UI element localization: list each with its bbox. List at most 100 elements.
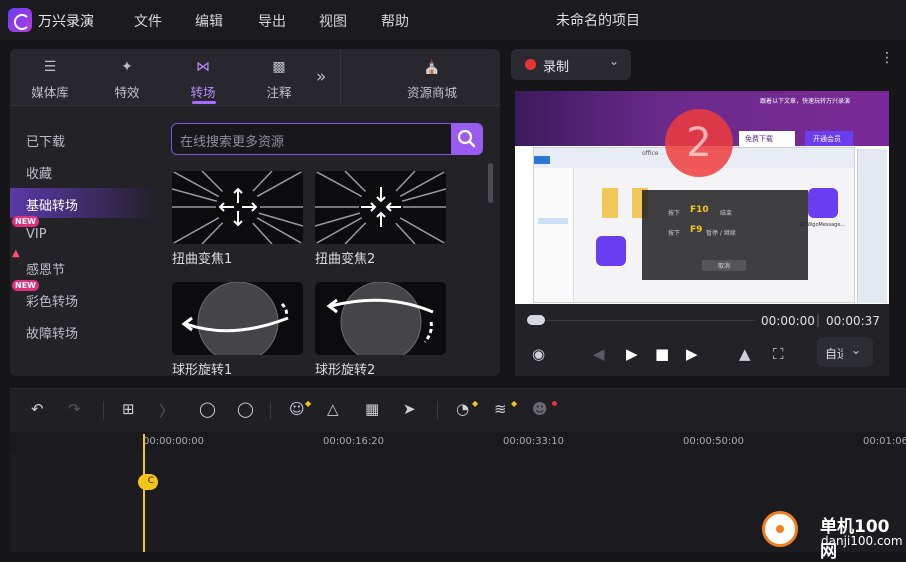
hotkey-overlay: 按下 F10 结束 按下 F9 暂停 / 继续 取消 [642,190,808,280]
hint2-prefix: 按下 [668,230,681,237]
tab-divider [340,49,341,106]
fit-dropdown[interactable]: 自适应 ⌄ [817,337,873,367]
transition-icon: ⋈ [196,59,210,75]
explorer-file-tab [534,156,550,164]
toolbar-divider [270,401,271,419]
mosaic-icon[interactable]: ▦ [365,400,379,418]
ruler-tick: 00:00:50:00 [683,436,745,447]
side-window [857,149,887,303]
fullscreen-icon[interactable]: ⛶ [773,345,784,363]
notification-dot [552,401,557,406]
menu-edit[interactable]: 编辑 [195,11,223,31]
record-dropdown[interactable]: 录制 ⌄ [511,49,631,80]
next-frame-icon[interactable]: ▶ [686,345,698,363]
sidebar-item-basic-transitions[interactable]: 基础转场 [10,188,155,218]
search-icon [457,129,476,148]
undo-icon[interactable]: ↶ [31,400,44,418]
playhead[interactable] [143,434,145,552]
mirror-icon[interactable]: △ [327,400,339,418]
explorer-tree-selected [538,218,568,224]
tab-store[interactable]: ⛪ 资源商城 [382,49,482,106]
cancel-button: 取消 [702,260,746,271]
explorer-path: office [642,150,659,157]
player-controls: 00:00:00 | 00:00:37 ◉ ◀ ▶ ■ ▶ ▲ ⛶ 自适应 ⌄ [515,304,889,376]
premium-diamond-icon: ◆ [511,399,518,408]
project-title: 未命名的项目 [556,13,640,29]
search-button[interactable] [451,123,483,155]
volume-icon[interactable]: ▲ [739,345,751,363]
premium-diamond-icon: ◆ [305,399,312,408]
menu-export[interactable]: 导出 [258,11,286,31]
hint2-key: F9 [690,225,703,235]
time-separator: | [816,313,821,327]
clip-marker[interactable]: C [138,474,158,490]
explorer-tree [534,168,574,302]
active-tab-indicator [192,101,216,104]
chevron-down-icon: ⌄ [609,54,620,68]
tab-annotations-label: 注释 [266,85,292,100]
menu-view[interactable]: 视图 [319,11,347,31]
prev-frame-icon[interactable]: ◀ [593,345,605,363]
app-file-icon [596,236,626,266]
menu-file[interactable]: 文件 [134,11,162,31]
microphone-icon[interactable]: ◯ [237,400,254,418]
transition-label: 球形旋转2 [315,363,376,376]
stop-icon[interactable]: ■ [655,345,669,363]
camera-icon[interactable]: ◉ [532,345,545,363]
banner-text: 跟着以下文章，快速玩转万兴录演 [760,98,851,105]
redo-icon[interactable]: ↷ [68,400,81,418]
countdown-circle: 2 [665,109,733,177]
transition-thumb-sphere-rotate-1[interactable] [172,282,303,355]
title-bar: 万兴录演 文件 编辑 导出 视图 帮助 未命名的项目 [0,0,906,40]
record-icon [525,59,536,70]
shield-icon[interactable]: ◯ [199,400,216,418]
speed-icon[interactable]: ◔ [456,400,469,418]
play-icon[interactable]: ▶ [626,345,638,363]
progress-track[interactable] [545,320,755,321]
app-logo [8,8,32,32]
record-label: 录制 [543,60,570,75]
more-options-icon[interactable]: ⋮ [880,50,894,66]
menu-help[interactable]: 帮助 [381,11,409,31]
hint2-suffix: 暂停 / 继续 [706,230,736,237]
progress-handle[interactable] [527,315,545,325]
sidebar-item-favorites[interactable]: 收藏 [10,156,155,186]
split-icon[interactable]: 〉 [159,400,174,421]
ruler-tick: 00:00:16:20 [323,436,385,447]
transition-thumb-warp-zoom-1[interactable] [172,171,303,244]
face-icon[interactable]: ☺ [289,400,305,418]
hint1-prefix: 按下 [668,210,681,217]
app-name: 万兴录演 [38,14,94,30]
tab-transitions-label: 转场 [190,85,216,100]
more-tabs-chevron-icon[interactable]: » [316,67,326,87]
store-icon: ⛪ [423,59,441,75]
tab-media-label: 媒体库 [31,85,69,100]
transition-thumb-sphere-rotate-2[interactable] [315,282,446,355]
sidebar-item-downloaded[interactable]: 已下载 [10,124,155,154]
people-icon[interactable]: ☻ [532,400,548,418]
cursor-effect-icon[interactable]: ➤ [403,400,416,418]
chevron-down-icon: ⌄ [851,343,862,357]
fit-label: 自适应 [825,347,843,361]
crop-icon[interactable]: ⊞ [122,400,135,418]
search-input[interactable]: 在线搜索更多资源 [171,123,483,155]
sidebar-item-thanksgiving[interactable]: 感恩节 [10,252,155,282]
sidebar-item-glitch-transitions[interactable]: 故障转场 [10,316,155,346]
sparkle-icon: ✦ [121,59,133,75]
tab-media[interactable]: ☰ 媒体库 [12,49,88,106]
tab-annotations[interactable]: ▩ 注释 [241,49,317,106]
tab-effects[interactable]: ✦ 特效 [89,49,165,106]
watermark-logo-dot [776,525,784,533]
audio-wave-icon[interactable]: ≋ [494,400,507,418]
sidebar-item-vip[interactable]: VIP [10,220,155,250]
watermark-url: danji100.com [821,534,903,548]
watermark-logo [762,511,798,547]
sidebar-item-color-transitions[interactable]: 彩色转场 [10,284,155,314]
scrollbar[interactable] [488,163,493,203]
transition-thumb-warp-zoom-2[interactable] [315,171,446,244]
comment-icon: ▩ [272,59,286,75]
transition-label: 扭曲变焦1 [172,252,233,267]
resource-panel: ☰ 媒体库 ✦ 特效 ⋈ 转场 ▩ 注释 » ⛪ 资源商城 已下载 收藏 基础转… [10,49,500,376]
tab-transitions[interactable]: ⋈ 转场 [165,49,241,106]
app-file-icon [808,188,838,218]
